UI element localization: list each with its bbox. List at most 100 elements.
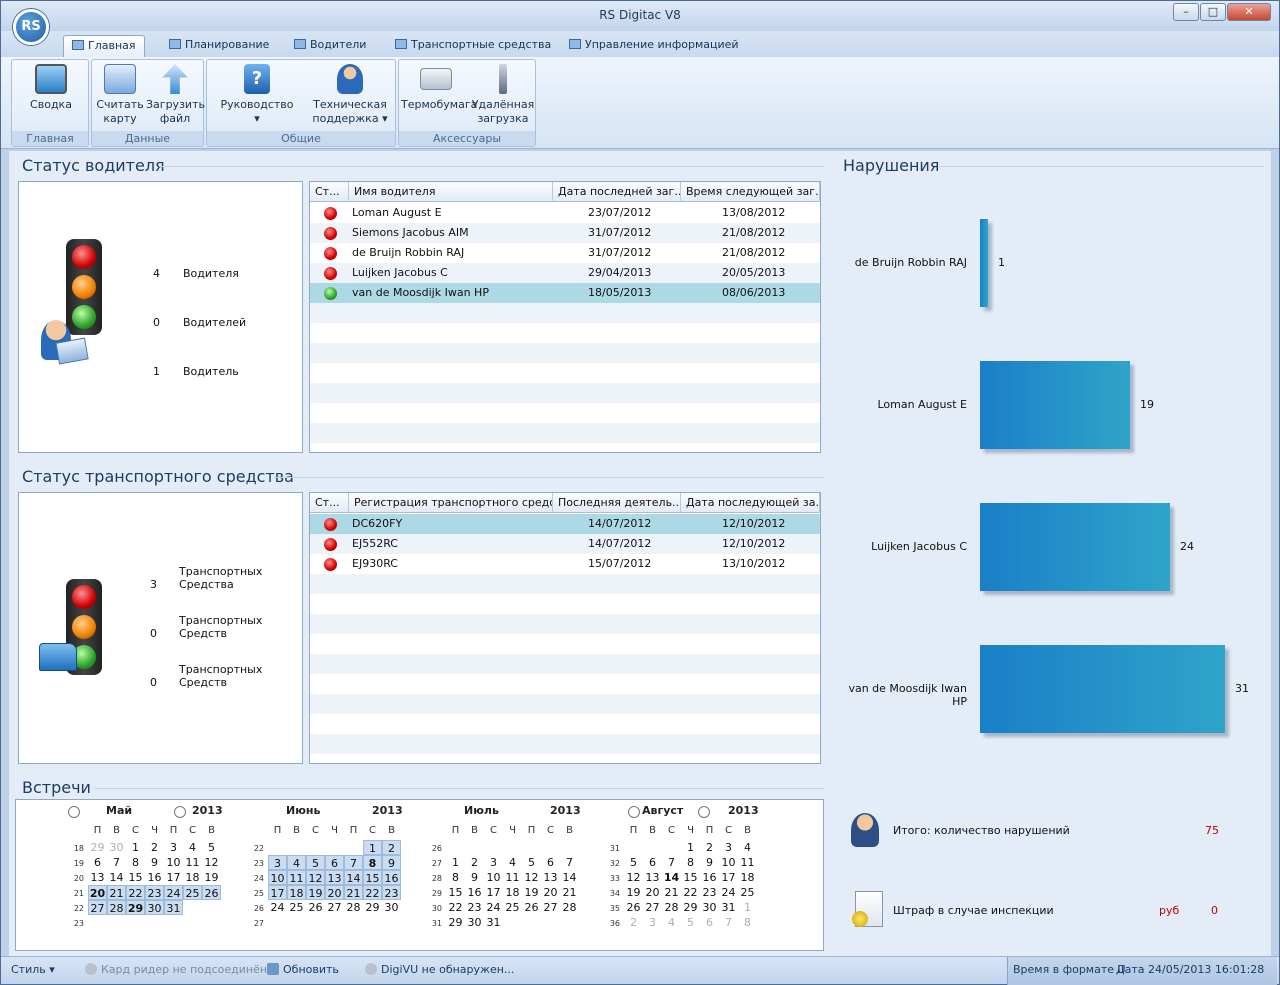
- calendar-day[interactable]: 17: [268, 885, 287, 900]
- calendar-day[interactable]: 25: [738, 885, 757, 900]
- calendar-day[interactable]: 1: [126, 840, 145, 855]
- calendar-day[interactable]: 10: [484, 870, 503, 885]
- calendar-day[interactable]: 16: [145, 870, 164, 885]
- table-row[interactable]: EJ930RC 15/07/2012 13/10/2012: [310, 554, 820, 574]
- calendar-day[interactable]: 10: [164, 855, 183, 870]
- calendar-day[interactable]: 17: [164, 870, 183, 885]
- calendar-day[interactable]: 22: [681, 885, 700, 900]
- table-row[interactable]: [310, 574, 820, 594]
- violation-bar[interactable]: [980, 645, 1225, 733]
- column-header-driver-name[interactable]: Имя водителя: [349, 182, 553, 202]
- calendar-day[interactable]: 31: [484, 915, 503, 930]
- table-row[interactable]: [310, 403, 820, 423]
- calendar-day[interactable]: 29: [446, 915, 465, 930]
- table-row[interactable]: [310, 303, 820, 323]
- style-menu[interactable]: Стиль ▾: [11, 963, 55, 976]
- calendar-day[interactable]: 25: [503, 900, 522, 915]
- calendar-day[interactable]: 18: [287, 885, 306, 900]
- calendar-day[interactable]: 8: [363, 855, 382, 870]
- calendar-day[interactable]: 12: [306, 870, 325, 885]
- calendar-day[interactable]: 29: [126, 900, 145, 915]
- calendar-day[interactable]: 24: [719, 885, 738, 900]
- calendar-day[interactable]: 1: [738, 900, 757, 915]
- calendar-day[interactable]: 3: [268, 855, 287, 870]
- month-calendar[interactable]: Июнь 2013 П В С Ч П С В 22 1 2 23 3 4 5 6 7 8 9 24 10 11 12 13 14…: [216, 804, 403, 944]
- calendar-day[interactable]: 20: [541, 885, 560, 900]
- calendar-day[interactable]: 19: [522, 885, 541, 900]
- calendar-day[interactable]: 3: [164, 840, 183, 855]
- calendar-day[interactable]: 20: [88, 885, 107, 900]
- calendar-day[interactable]: 7: [107, 855, 126, 870]
- calendar-day[interactable]: 29: [363, 900, 382, 915]
- calendar-day[interactable]: 9: [700, 855, 719, 870]
- calendar-day[interactable]: 8: [738, 915, 757, 930]
- table-row[interactable]: [310, 614, 820, 634]
- refresh-button[interactable]: Обновить: [267, 963, 339, 976]
- calendar-day[interactable]: 26: [522, 900, 541, 915]
- remote-download-button[interactable]: Удалённая загрузка: [471, 64, 535, 126]
- calendar-day[interactable]: 4: [738, 840, 757, 855]
- table-row[interactable]: [310, 323, 820, 343]
- calendar-day[interactable]: 5: [522, 855, 541, 870]
- next-year-icon[interactable]: [698, 806, 710, 818]
- upload-file-button[interactable]: Загрузить файл: [146, 64, 205, 126]
- table-row[interactable]: [310, 423, 820, 443]
- calendar-day[interactable]: 30: [107, 840, 126, 855]
- calendar-day[interactable]: 21: [107, 885, 126, 900]
- calendar-day[interactable]: 10: [719, 855, 738, 870]
- calendar-day[interactable]: 25: [183, 885, 202, 900]
- calendar-day[interactable]: 24: [484, 900, 503, 915]
- table-row[interactable]: [310, 694, 820, 714]
- table-row[interactable]: Loman August E 23/07/2012 13/08/2012: [310, 203, 820, 223]
- calendar-day[interactable]: 13: [643, 870, 662, 885]
- calendar-day[interactable]: 27: [88, 900, 107, 915]
- month-calendar[interactable]: Июль 2013 П В С Ч П С В 26 27 1 2 3 4 5 6 7 28 8 9 10 11 12 13 14…: [394, 804, 581, 944]
- thermal-paper-button[interactable]: Термобумага: [401, 64, 477, 112]
- calendar-day[interactable]: 9: [145, 855, 164, 870]
- calendar-day[interactable]: 11: [287, 870, 306, 885]
- calendar-day[interactable]: 29: [681, 900, 700, 915]
- calendar-day[interactable]: 18: [183, 870, 202, 885]
- next-month-icon[interactable]: [628, 806, 640, 818]
- summary-button[interactable]: Сводка: [16, 64, 86, 112]
- calendar-day[interactable]: 1: [363, 840, 382, 855]
- table-row[interactable]: [310, 674, 820, 694]
- calendar-day[interactable]: 24: [164, 885, 183, 900]
- calendar-day[interactable]: 30: [700, 900, 719, 915]
- column-header-status[interactable]: Ст...: [310, 493, 349, 513]
- tech-support-button[interactable]: Техническая поддержка ▾: [307, 64, 393, 126]
- vehicle-table[interactable]: Ст... Регистрация транспортного средства…: [309, 492, 821, 764]
- calendar-day[interactable]: 17: [719, 870, 738, 885]
- calendar-day[interactable]: 19: [306, 885, 325, 900]
- table-row[interactable]: Siemons Jacobus AIM 31/07/2012 21/08/2012: [310, 223, 820, 243]
- calendar-day[interactable]: 26: [624, 900, 643, 915]
- calendar-day[interactable]: 31: [164, 900, 183, 915]
- calendar-day[interactable]: 17: [484, 885, 503, 900]
- table-row[interactable]: [310, 634, 820, 654]
- calendar-day[interactable]: 15: [126, 870, 145, 885]
- calendar-day[interactable]: 5: [681, 915, 700, 930]
- calendar-day[interactable]: 7: [719, 915, 738, 930]
- table-row[interactable]: [310, 734, 820, 754]
- calendar-day[interactable]: 28: [662, 900, 681, 915]
- calendar-day[interactable]: 11: [183, 855, 202, 870]
- calendar-day[interactable]: 1: [681, 840, 700, 855]
- calendar-day[interactable]: 27: [325, 900, 344, 915]
- calendar-day[interactable]: 6: [700, 915, 719, 930]
- table-row[interactable]: de Bruijn Robbin RAJ 31/07/2012 21/08/2012: [310, 243, 820, 263]
- calendar-day[interactable]: 15: [681, 870, 700, 885]
- calendar-day[interactable]: 3: [484, 855, 503, 870]
- calendar-day[interactable]: 18: [503, 885, 522, 900]
- table-row[interactable]: DC620FY 14/07/2012 12/10/2012: [310, 514, 820, 534]
- calendar-day[interactable]: 11: [738, 855, 757, 870]
- calendar-day[interactable]: 23: [145, 885, 164, 900]
- column-header-status[interactable]: Ст...: [310, 182, 349, 202]
- calendar-day[interactable]: 2: [465, 855, 484, 870]
- table-row[interactable]: [310, 363, 820, 383]
- tab-vehicles[interactable]: Транспортные средства: [387, 35, 559, 57]
- calendar-day[interactable]: 15: [363, 870, 382, 885]
- calendar-day[interactable]: 8: [446, 870, 465, 885]
- calendar-day[interactable]: 14: [344, 870, 363, 885]
- tab-planning[interactable]: Планирование: [161, 35, 277, 57]
- calendar-day[interactable]: 4: [503, 855, 522, 870]
